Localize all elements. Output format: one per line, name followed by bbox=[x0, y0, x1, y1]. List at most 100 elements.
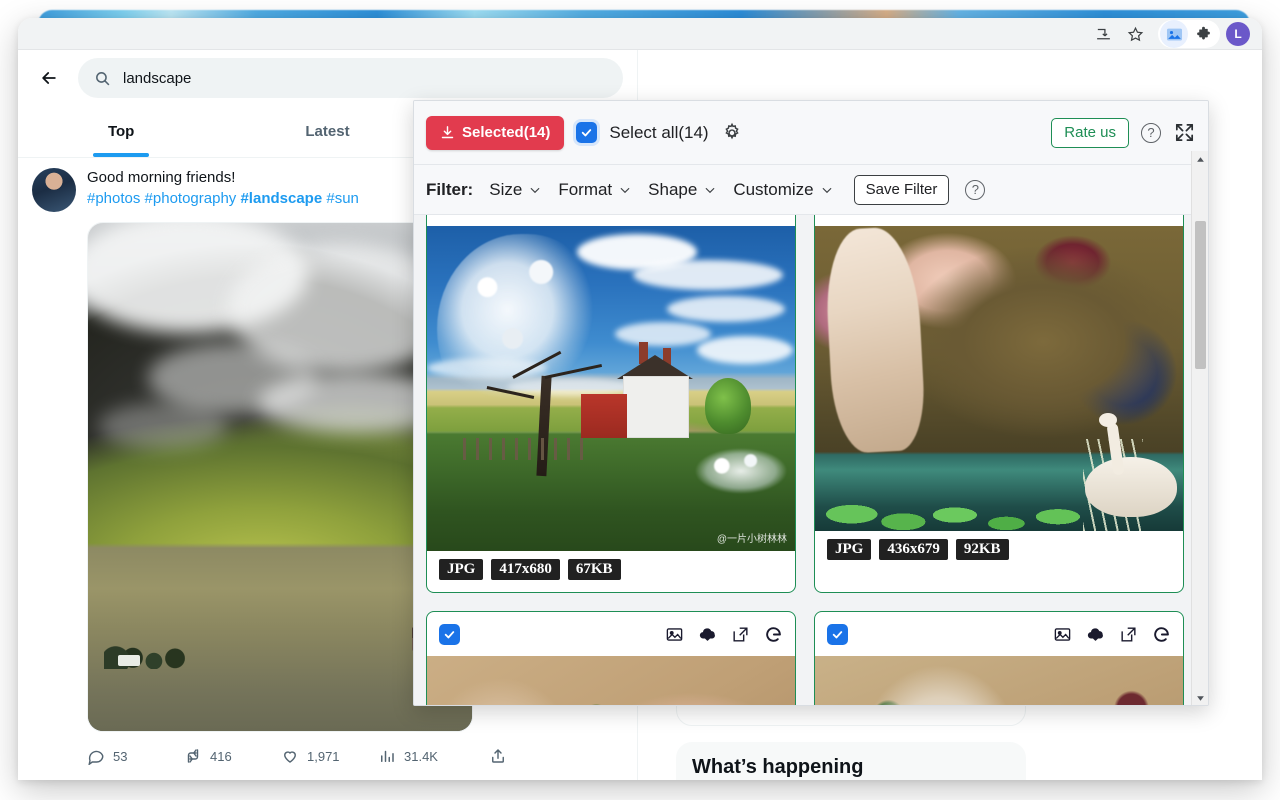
tweet-actions: 53 416 1,971 31.4K bbox=[87, 732, 623, 780]
image-card-checkbox[interactable] bbox=[827, 623, 848, 645]
image-card-actions bbox=[665, 625, 783, 644]
dimensions-badge: 417x680 bbox=[491, 559, 560, 580]
image-card[interactable]: @一片小树林林 JPG 417x680 67KB bbox=[426, 215, 796, 593]
white-cottage bbox=[118, 655, 140, 666]
draped-figure bbox=[823, 226, 927, 455]
image-card[interactable]: JPG 436x679 92KB bbox=[814, 215, 1184, 593]
image-results-grid: @一片小树林林 JPG 417x680 67KB JPG 436x679 92K… bbox=[414, 215, 1194, 705]
swan-head bbox=[1099, 413, 1117, 427]
filter-bar: Filter: Size Format Shape Customize Save… bbox=[414, 165, 1208, 215]
chevron-down-icon bbox=[822, 187, 832, 193]
image-card-toolbar bbox=[427, 215, 795, 226]
image-thumbnail[interactable] bbox=[815, 226, 1183, 531]
save-filter-button[interactable]: Save Filter bbox=[853, 174, 950, 205]
scroll-down-arrow-icon[interactable] bbox=[1192, 690, 1208, 705]
google-search-icon[interactable] bbox=[764, 625, 783, 644]
retweet-count: 416 bbox=[210, 748, 232, 764]
swan-pond-painting-image bbox=[815, 226, 1183, 531]
open-external-icon[interactable] bbox=[731, 625, 750, 644]
dimensions-badge: 436x679 bbox=[879, 539, 948, 560]
filter-shape-dropdown[interactable]: Shape bbox=[648, 180, 717, 200]
filter-size-label: Size bbox=[489, 179, 523, 199]
cropped-painting-detail-image bbox=[815, 656, 1183, 705]
download-icon[interactable] bbox=[1088, 20, 1118, 48]
whats-happening-title: What’s happening bbox=[692, 756, 864, 778]
hashtags-part-2[interactable]: #sun bbox=[322, 190, 359, 207]
filter-format-dropdown[interactable]: Format bbox=[558, 180, 632, 200]
save-filter-help-icon[interactable]: ? bbox=[965, 179, 986, 200]
search-input[interactable]: landscape bbox=[78, 58, 623, 98]
tab-latest[interactable]: Latest bbox=[224, 106, 430, 157]
browser-window: L landscape Top Latest Good morning frie… bbox=[18, 18, 1262, 780]
filter-label: Filter: bbox=[426, 179, 474, 199]
filter-customize-dropdown[interactable]: Customize bbox=[733, 180, 833, 200]
image-card[interactable] bbox=[814, 611, 1184, 705]
extensions-pill bbox=[1158, 20, 1220, 48]
cloud-download-icon[interactable] bbox=[1086, 625, 1105, 644]
scroll-up-arrow-icon[interactable] bbox=[1192, 151, 1208, 168]
open-external-icon[interactable] bbox=[1119, 625, 1138, 644]
select-all-label[interactable]: Select all(14) bbox=[609, 123, 708, 143]
filter-size-dropdown[interactable]: Size bbox=[489, 180, 542, 200]
image-card-toolbar bbox=[427, 612, 795, 656]
image-downloader-extension-icon[interactable] bbox=[1160, 20, 1188, 48]
image-thumbnail[interactable] bbox=[427, 656, 795, 705]
image-metadata-badges: JPG 417x680 67KB bbox=[427, 551, 795, 592]
whats-happening-box: What’s happening NHL · Last night Lightn… bbox=[676, 742, 1026, 780]
hashtag-landscape[interactable]: #landscape bbox=[240, 190, 322, 207]
back-arrow-icon[interactable] bbox=[32, 61, 66, 95]
tab-top[interactable]: Top bbox=[18, 106, 224, 157]
select-all-checkbox[interactable] bbox=[576, 122, 598, 143]
profile-avatar[interactable]: L bbox=[1226, 22, 1250, 46]
cloud-download-icon[interactable] bbox=[698, 625, 717, 644]
avatar[interactable] bbox=[32, 168, 76, 212]
reply-action[interactable]: 53 bbox=[87, 747, 184, 765]
retweet-action[interactable]: 416 bbox=[184, 747, 281, 765]
puzzle-extensions-icon[interactable] bbox=[1188, 20, 1218, 48]
farmhouse-landscape-image: @一片小树林林 bbox=[427, 226, 795, 551]
question-mark-icon[interactable]: ? bbox=[1141, 122, 1161, 143]
image-card-toolbar bbox=[815, 215, 1183, 226]
image-downloader-panel: Selected(14) Select all(14) Rate us ? Fi… bbox=[413, 100, 1209, 706]
preview-image-icon[interactable] bbox=[665, 625, 684, 644]
format-badge: JPG bbox=[827, 539, 872, 560]
image-card[interactable] bbox=[426, 611, 796, 705]
scrollbar-thumb[interactable] bbox=[1195, 221, 1206, 369]
chevron-down-icon bbox=[705, 187, 715, 193]
panel-header-right: Rate us ? bbox=[1051, 117, 1196, 148]
image-metadata-badges: JPG 436x679 92KB bbox=[815, 531, 1183, 572]
preview-image-icon[interactable] bbox=[1053, 625, 1072, 644]
bookmark-star-icon[interactable] bbox=[1120, 20, 1150, 48]
chevron-down-icon bbox=[620, 187, 630, 193]
image-thumbnail[interactable]: @一片小树林林 bbox=[427, 226, 795, 551]
green-tree bbox=[705, 378, 751, 434]
like-action[interactable]: 1,971 bbox=[281, 747, 378, 765]
image-thumbnail[interactable] bbox=[815, 656, 1183, 705]
twitter-search-bar: landscape bbox=[18, 50, 637, 106]
image-card-checkbox[interactable] bbox=[439, 623, 460, 645]
hashtags-part-1[interactable]: #photos #photography bbox=[87, 190, 240, 207]
image-watermark: @一片小树林林 bbox=[716, 534, 787, 545]
download-selected-button[interactable]: Selected(14) bbox=[426, 115, 565, 150]
search-value: landscape bbox=[123, 69, 192, 87]
rate-us-button[interactable]: Rate us bbox=[1051, 117, 1129, 148]
filter-customize-label: Customize bbox=[733, 179, 814, 199]
chevron-down-icon bbox=[530, 187, 540, 193]
view-count: 31.4K bbox=[404, 748, 438, 764]
views-action[interactable]: 31.4K bbox=[378, 747, 475, 765]
browser-toolbar: L bbox=[18, 18, 1262, 50]
screenshot-root: L landscape Top Latest Good morning frie… bbox=[0, 0, 1280, 800]
image-card-actions bbox=[1053, 625, 1171, 644]
google-search-icon[interactable] bbox=[1152, 625, 1171, 644]
cropped-painting-detail-image bbox=[427, 656, 795, 705]
lily-pads bbox=[815, 489, 1183, 531]
gear-icon[interactable] bbox=[721, 122, 743, 144]
filter-format-label: Format bbox=[558, 179, 613, 199]
expand-fullscreen-icon[interactable] bbox=[1173, 121, 1196, 144]
image-results-grid-wrapper: @一片小树林林 JPG 417x680 67KB JPG 436x679 92K… bbox=[414, 215, 1208, 705]
browser-toolbar-icons: L bbox=[1088, 20, 1250, 48]
search-icon bbox=[94, 70, 111, 87]
share-action[interactable] bbox=[489, 747, 507, 765]
panel-scrollbar[interactable] bbox=[1191, 151, 1208, 705]
download-icon bbox=[440, 125, 455, 140]
